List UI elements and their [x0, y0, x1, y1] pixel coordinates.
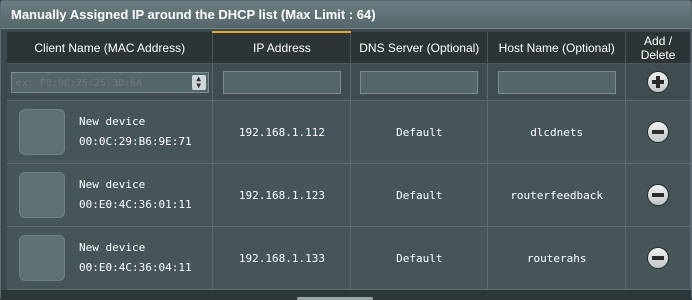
client-cell: New device 00:E0:4C:36:01:11: [7, 163, 214, 227]
delete-button[interactable]: [647, 184, 670, 206]
client-mac: 00:E0:4C:36:01:11: [79, 198, 192, 211]
client-text: New device 00:E0:4C:36:04:11: [79, 238, 192, 278]
delete-cell: [625, 100, 691, 164]
ip-address-input[interactable]: [222, 70, 341, 94]
new-entry-row: ▲▼: [7, 63, 691, 101]
client-text: New device 00:0C:29:B6:9E:71: [79, 112, 192, 152]
column-header-add-delete: Add / Delete: [625, 32, 691, 64]
ip-address-cell: 192.168.1.112: [212, 100, 352, 164]
table-row: New device 00:0C:29:B6:9E:71 192.168.1.1…: [7, 100, 691, 164]
add-cell: [625, 63, 691, 101]
panel-title: Manually Assigned IP around the DHCP lis…: [1, 1, 691, 29]
ip-input-cell: [212, 63, 352, 101]
device-avatar: [19, 235, 65, 281]
column-header-client-name: Client Name (MAC Address): [7, 32, 214, 64]
ip-address-cell: 192.168.1.123: [212, 163, 352, 227]
client-name: New device: [79, 115, 146, 128]
minus-circle-icon: [652, 256, 665, 260]
mac-dropdown-spinner-icon[interactable]: ▲ ▼: [191, 74, 206, 90]
dhcp-manual-assignment-panel: Manually Assigned IP around the DHCP lis…: [0, 0, 692, 300]
client-cell: New device 00:0C:29:B6:9E:71: [7, 100, 214, 164]
client-text: New device 00:E0:4C:36:01:11: [79, 175, 192, 215]
host-name-input[interactable]: [497, 70, 616, 94]
dns-server-cell: Default: [350, 226, 489, 290]
client-info: New device 00:0C:29:B6:9E:71: [7, 101, 212, 163]
minus-circle-icon: [652, 130, 665, 134]
plus-vertical-stroke: [656, 76, 661, 88]
dns-server-input[interactable]: [360, 70, 479, 94]
delete-cell: [625, 226, 691, 290]
delete-cell: [625, 163, 691, 227]
client-info: New device 00:E0:4C:36:04:11: [7, 227, 212, 289]
host-name-cell: dlcdnets: [487, 100, 627, 164]
add-button[interactable]: [647, 71, 670, 93]
column-header-host-name: Host Name (Optional): [487, 32, 627, 64]
client-name: New device: [79, 241, 146, 254]
column-header-dns-server: DNS Server (Optional): [350, 32, 489, 64]
client-mac: 00:E0:4C:36:04:11: [79, 261, 192, 274]
ip-address-cell: 192.168.1.133: [212, 226, 352, 290]
table-row: New device 00:E0:4C:36:01:11 192.168.1.1…: [7, 163, 691, 227]
minus-circle-icon: [652, 193, 665, 197]
mac-address-input[interactable]: [11, 72, 193, 94]
manual-ip-table: Client Name (MAC Address) IP Address DNS…: [7, 31, 691, 290]
host-name-cell: routerahs: [487, 226, 627, 290]
host-name-cell: routerfeedback: [487, 163, 627, 227]
delete-button[interactable]: [647, 247, 670, 269]
client-mac: 00:0C:29:B6:9E:71: [79, 135, 192, 148]
host-input-cell: [487, 63, 627, 101]
dns-server-cell: Default: [350, 100, 489, 164]
mac-address-combobox[interactable]: ▲▼: [10, 71, 209, 94]
dns-input-cell: [350, 63, 489, 101]
dns-server-cell: Default: [350, 163, 489, 227]
table-row: New device 00:E0:4C:36:04:11 192.168.1.1…: [7, 226, 691, 290]
device-avatar: [19, 172, 65, 218]
client-name: New device: [79, 178, 146, 191]
mac-input-cell: ▲▼: [7, 63, 214, 101]
column-header-ip-address: IP Address: [212, 31, 352, 64]
client-cell: New device 00:E0:4C:36:04:11: [7, 226, 214, 290]
client-info: New device 00:E0:4C:36:01:11: [7, 164, 212, 226]
delete-button[interactable]: [647, 121, 670, 143]
device-avatar: [19, 109, 65, 155]
